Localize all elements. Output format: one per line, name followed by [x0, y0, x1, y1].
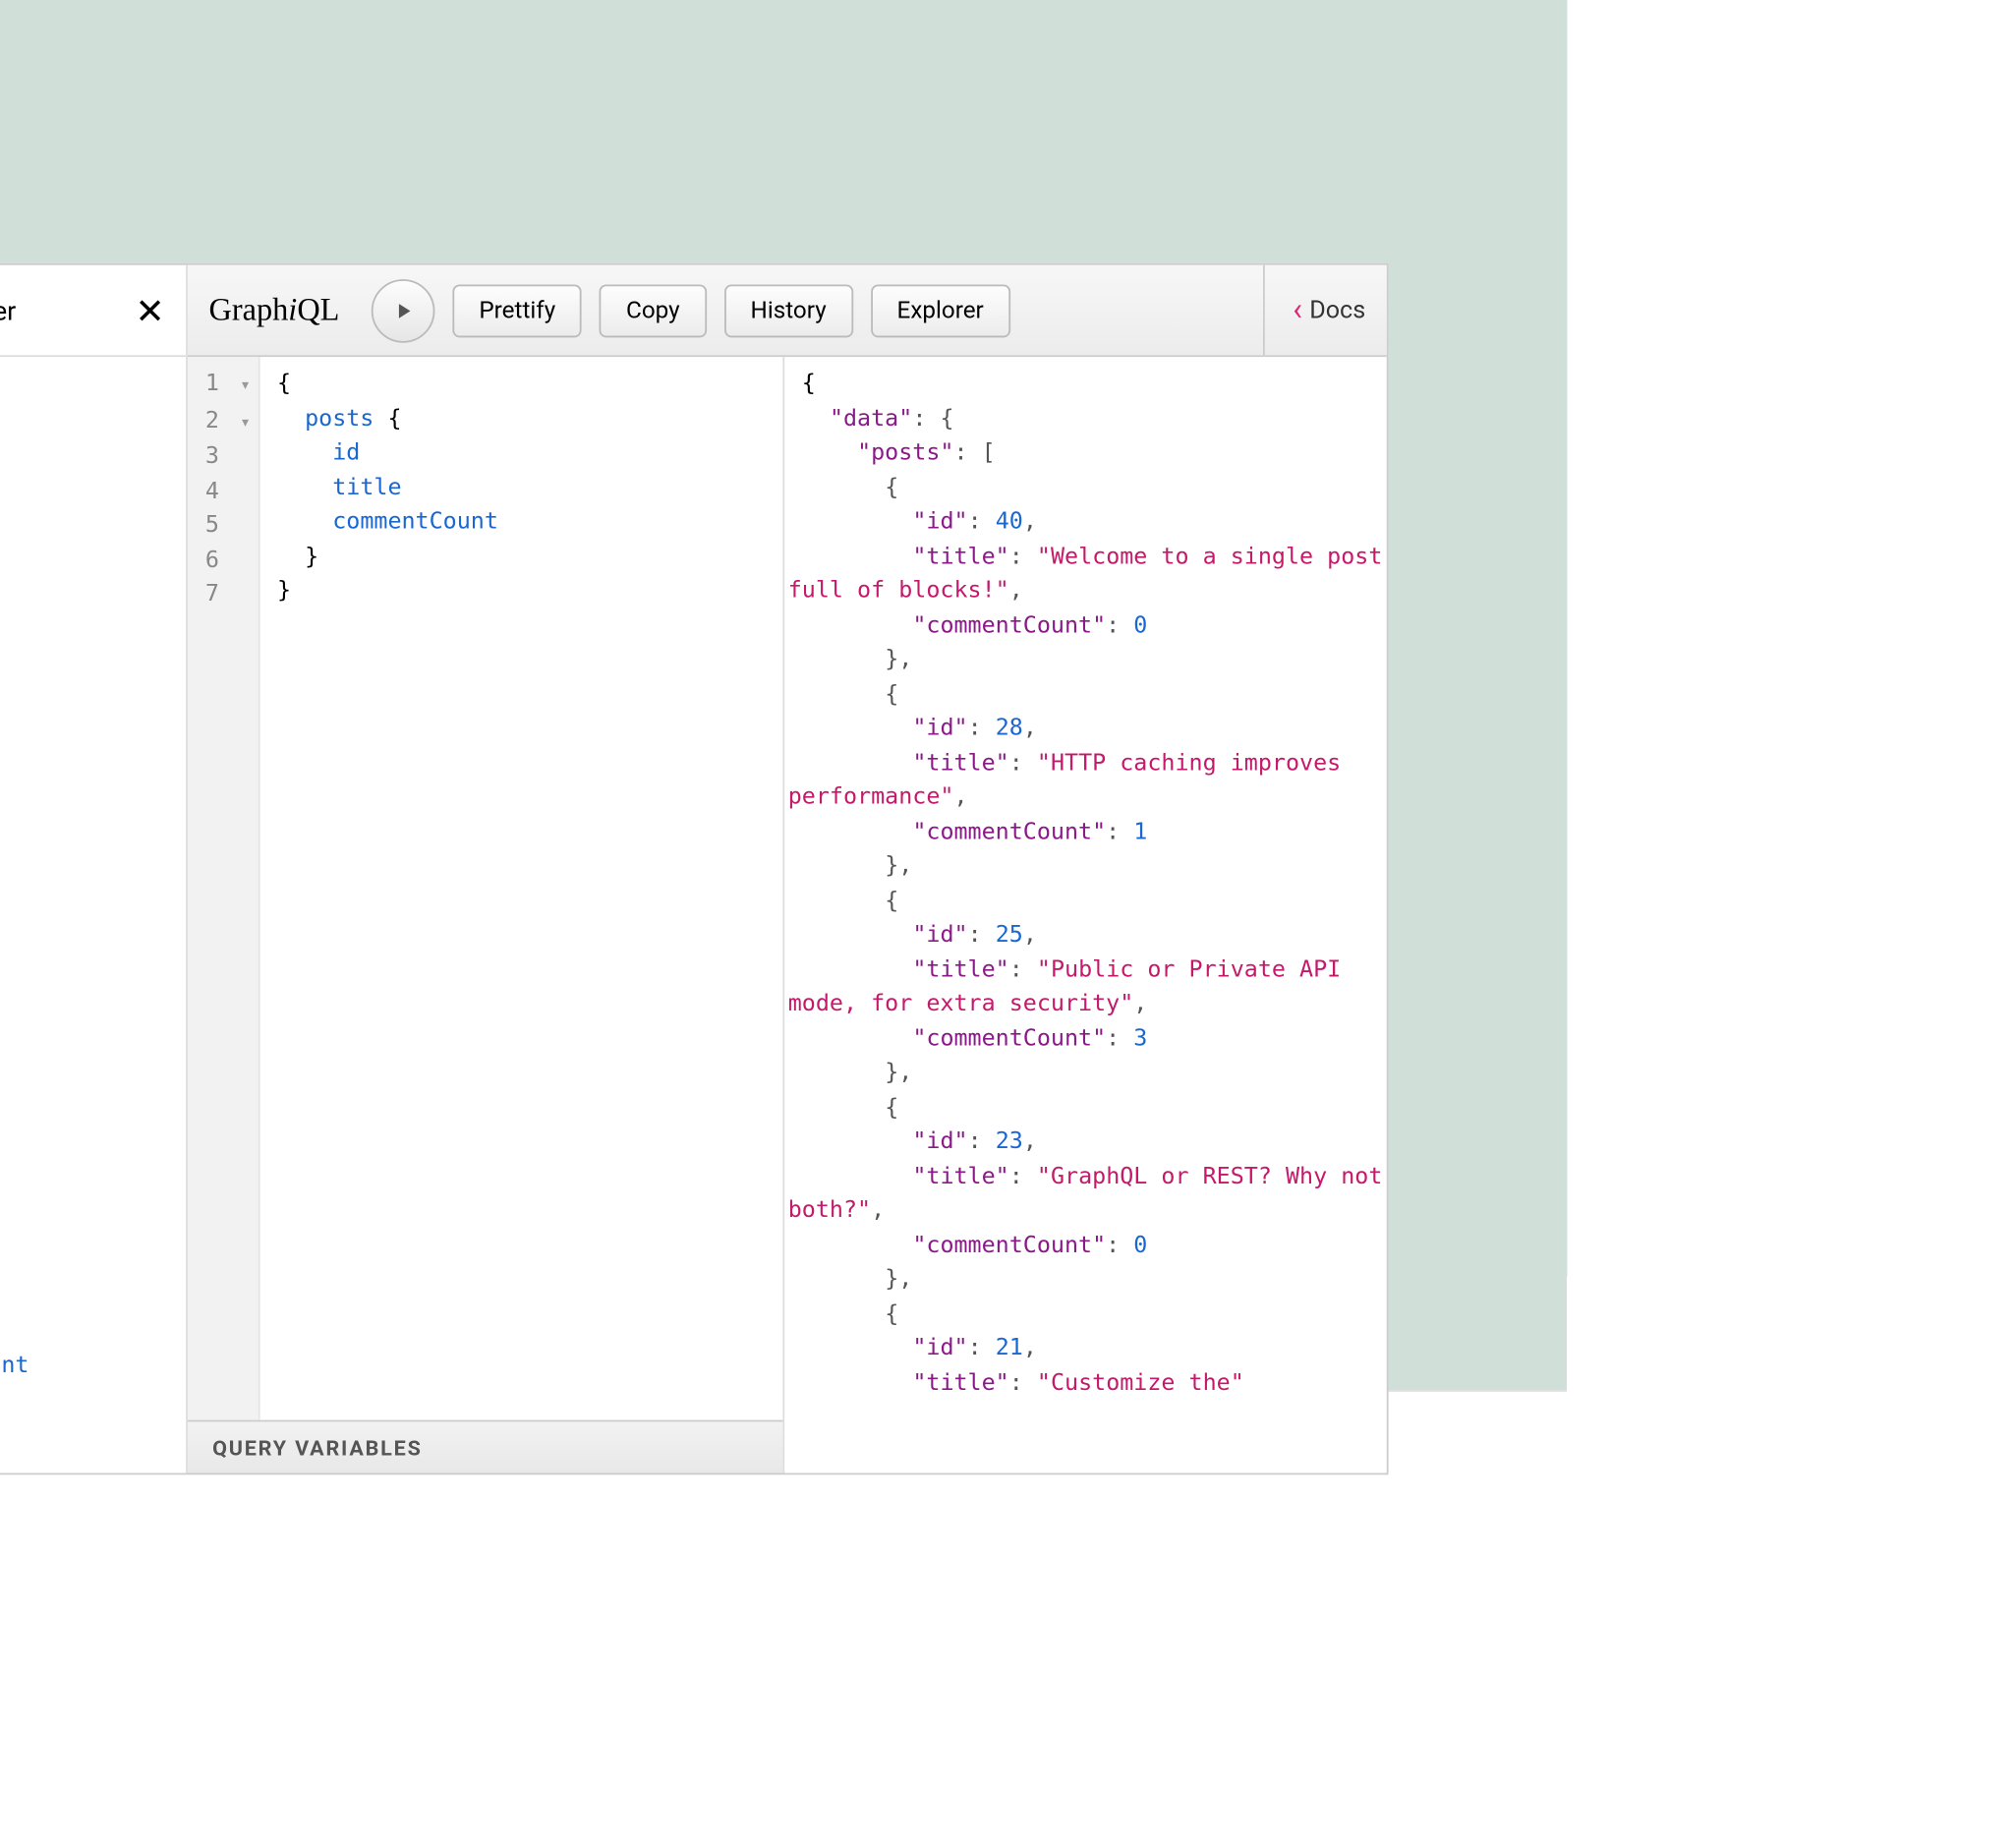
explorer-field[interactable]: mediaItemCount	[0, 1039, 172, 1073]
explorer-field[interactable]: comments	[0, 661, 172, 695]
result-pane: { "data": { "posts": [ { "id": 40, "titl…	[784, 357, 1387, 1473]
explorer-field[interactable]: customPostCount	[0, 729, 172, 764]
explorer-field[interactable]: categories	[0, 454, 172, 489]
explorer-field[interactable]: mediaItems	[0, 1073, 172, 1108]
explorer-field[interactable]: mediaItem	[0, 1005, 172, 1039]
copy-button[interactable]: Copy	[600, 284, 706, 337]
explorer-field[interactable]: menuCount	[0, 1143, 172, 1178]
query-variables-header[interactable]: QUERY VARIABLES	[188, 1420, 782, 1473]
explorer-field[interactable]: globalID	[0, 798, 172, 833]
explorer-field[interactable]: imageSizeNames	[0, 867, 172, 901]
explorer-button[interactable]: Explorer	[871, 284, 1010, 337]
graphiql-explorer-panel: Explorer ✕ queryMyQuery capabilitiescate…	[0, 265, 188, 1473]
docs-button[interactable]: ‹Docs	[1263, 265, 1365, 356]
explorer-field[interactable]: customPosts	[0, 764, 172, 798]
prettify-button[interactable]: Prettify	[452, 284, 582, 337]
explorer-field[interactable]: loggedInUserID	[0, 936, 172, 970]
explorer-field[interactable]: comment	[0, 592, 172, 626]
explorer-field[interactable]: myCustomPost	[0, 1315, 172, 1350]
graphiql-logo: GraphiQL	[208, 292, 339, 329]
graphiql-block: Explorer ✕ queryMyQuery capabilitiescate…	[0, 263, 1389, 1474]
explorer-field[interactable]: category	[0, 489, 172, 523]
explorer-field[interactable]: capabilities	[0, 420, 172, 454]
explorer-field[interactable]: categoryNames	[0, 557, 172, 592]
explorer-field[interactable]: isUserLoggedIn	[0, 901, 172, 936]
graphiql-toolbar: GraphiQL Prettify Copy History Explorer …	[188, 265, 1387, 357]
history-button[interactable]: History	[724, 284, 853, 337]
explorer-field[interactable]: menu	[0, 1109, 172, 1143]
explorer-field[interactable]: myCommentCount	[0, 1246, 172, 1281]
explorer-field[interactable]: myComment	[0, 1212, 172, 1246]
editor-canvas: Posts widget Explorer ✕ queryMyQuery cap…	[0, 0, 1567, 1390]
explorer-field[interactable]: myPost	[0, 1418, 172, 1453]
close-icon[interactable]: ✕	[135, 289, 164, 331]
explorer-field[interactable]: myComments	[0, 1281, 172, 1315]
explorer-field[interactable]: me	[0, 970, 172, 1005]
explorer-title: Explorer	[0, 294, 16, 325]
explorer-field[interactable]: categoryCount	[0, 523, 172, 557]
execute-button[interactable]	[372, 278, 435, 342]
explorer-field[interactable]: commentCount	[0, 626, 172, 661]
explorer-field[interactable]: customPost	[0, 695, 172, 729]
explorer-field[interactable]: myPostCount	[0, 1453, 172, 1473]
query-editor[interactable]: 1 ▾2 ▾3 4 5 6 7 { posts { id title comme…	[188, 357, 784, 1473]
explorer-field[interactable]: myCustomPosts	[0, 1384, 172, 1418]
explorer-field[interactable]: menus	[0, 1178, 172, 1212]
explorer-field[interactable]: myCustomPostCount	[0, 1350, 172, 1384]
explorer-field[interactable]: id	[0, 833, 172, 867]
